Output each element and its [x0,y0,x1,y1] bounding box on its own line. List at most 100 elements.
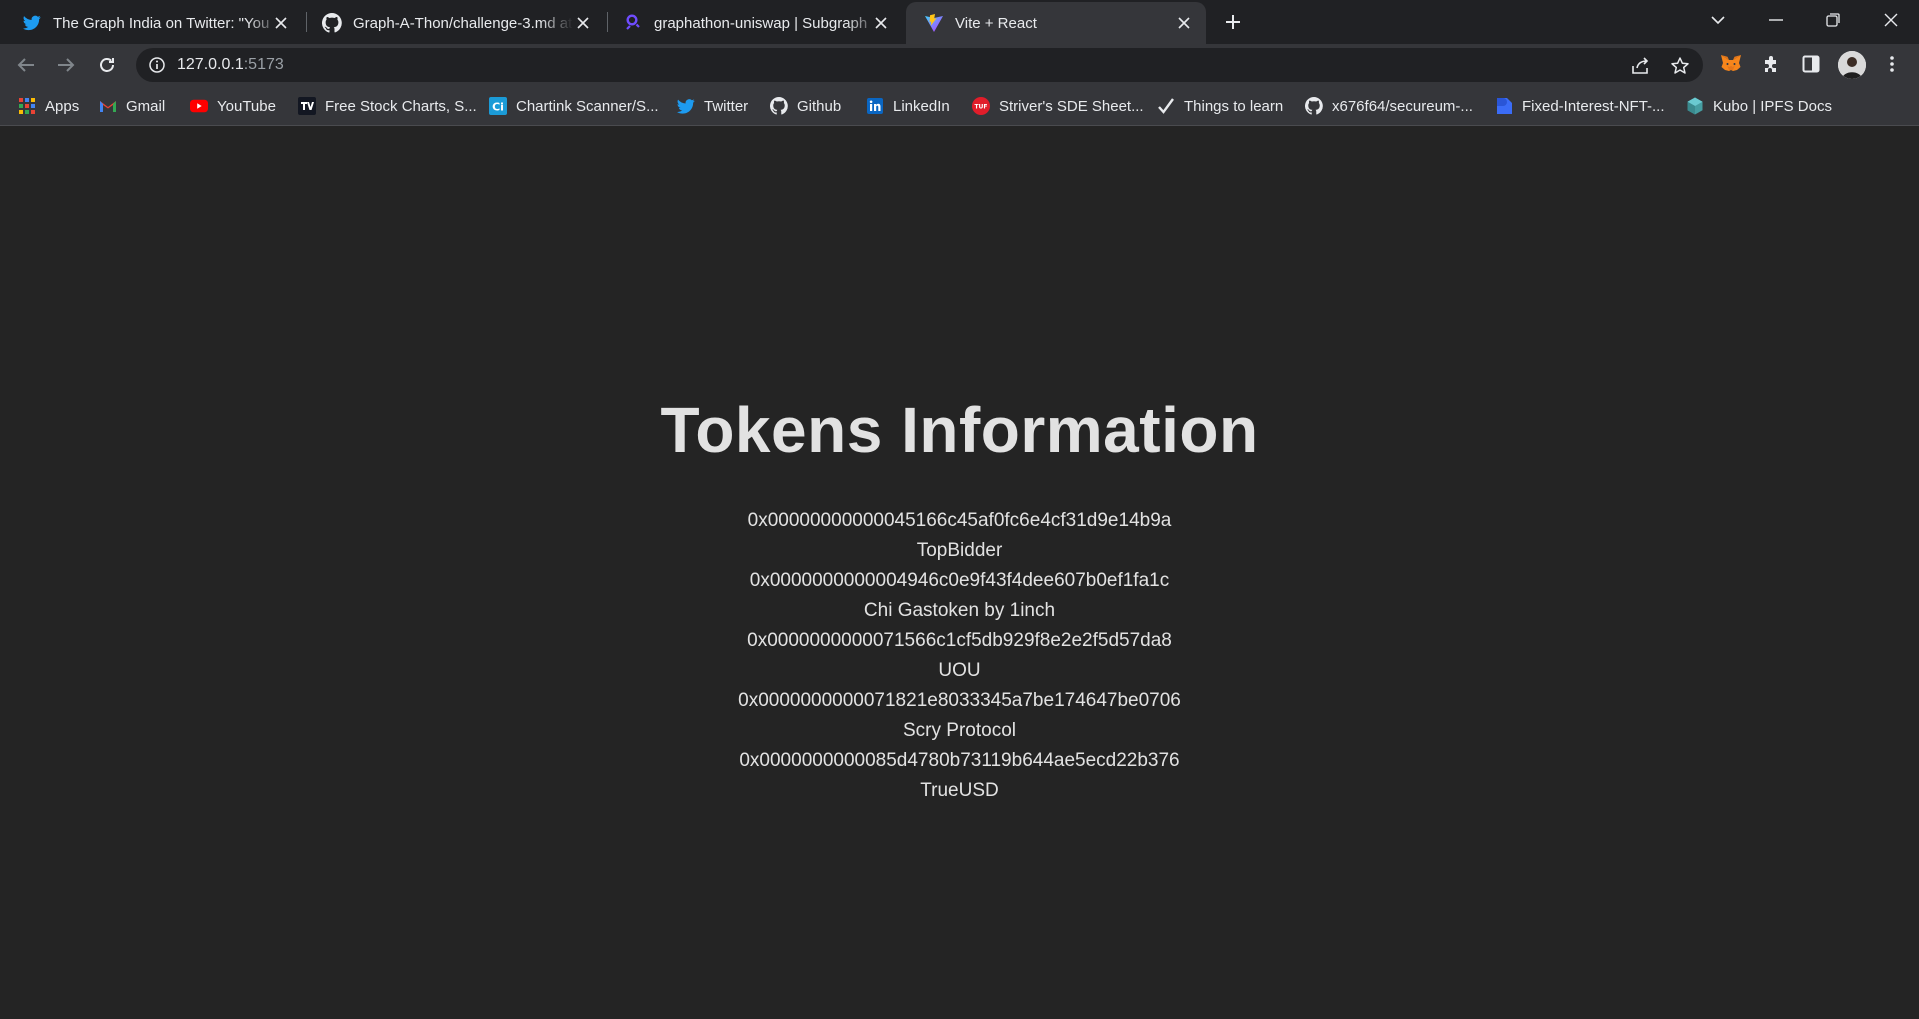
reload-button[interactable] [92,50,122,80]
bookmark-label: Things to learn [1184,97,1284,115]
url-host: 127.0.0.1 [177,56,244,73]
minimize-button[interactable] [1748,0,1804,40]
arrow-left-icon [17,58,34,72]
bookmark-label: Gmail [126,97,166,115]
close-icon[interactable] [573,13,593,33]
twitter-icon [22,13,42,33]
svg-text:Ci: Ci [492,101,504,114]
ipfs-icon [1686,97,1704,115]
bookmark-secureum[interactable]: x676f64/secureum-... [1305,95,1473,117]
bookmark-linkedin[interactable]: LinkedIn [866,95,950,117]
bookmark-label: LinkedIn [893,97,950,115]
metamask-icon[interactable] [1718,51,1744,77]
tab-strip: The Graph India on Twitter: "You Graph-A… [0,0,1919,44]
tab-twitter[interactable]: The Graph India on Twitter: "You [0,2,303,44]
bookmark-label: Apps [45,97,80,115]
tab-search-button[interactable] [1690,0,1746,40]
checkmark-icon [1157,97,1175,115]
restore-button[interactable] [1805,0,1861,40]
github-icon [1305,97,1323,115]
star-icon[interactable] [1669,55,1691,77]
close-icon[interactable] [1174,13,1194,33]
extensions-icon[interactable] [1758,51,1784,77]
bookmark-apps[interactable]: Apps [18,95,79,117]
token-id: 0x0000000000071566c1cf5db929f8e2e2f5d57d… [747,630,1172,651]
bookmark-things-to-learn[interactable]: Things to learn [1157,95,1283,117]
token-id: 0x00000000000045166c45af0fc6e4cf31d9e14b… [747,510,1172,531]
tradingview-icon [298,97,316,115]
tab-title: Vite + React [955,14,1037,32]
url-port: :5173 [243,56,284,73]
bookmark-label: Chartink Scanner/S... [516,97,659,115]
share-icon[interactable] [1630,55,1652,77]
gmail-icon [99,97,117,115]
tab-title: graphathon-uniswap | Subgraph [654,14,868,32]
token-list: 0x00000000000045166c45af0fc6e4cf31d9e14b… [0,506,1919,806]
bookmark-label: Striver's SDE Sheet... [999,97,1144,115]
token-name: TopBidder [916,540,1003,561]
arrow-right-icon [58,58,75,72]
bookmark-chartink[interactable]: Ci Chartink Scanner/S... [489,95,659,117]
restore-icon [1826,13,1840,27]
youtube-icon [190,97,208,115]
token-id: 0x0000000000004946c0e9f43f4dee607b0ef1fa… [749,570,1170,591]
token-name: Scry Protocol [903,720,1016,741]
bookmark-kubo-ipfs[interactable]: Kubo | IPFS Docs [1686,95,1832,117]
tab-subgraph[interactable]: graphathon-uniswap | Subgraph [603,2,903,44]
bookmark-twitter[interactable]: Twitter [677,95,748,117]
address-bar[interactable]: 127.0.0.1:5173 [136,48,1703,82]
bookmark-blue-icon [1495,97,1513,115]
thegraph-icon [623,13,643,33]
bookmark-striver[interactable]: TUF Striver's SDE Sheet... [972,95,1144,117]
bookmark-tradingview[interactable]: Free Stock Charts, S... [298,95,477,117]
bookmark-label: Kubo | IPFS Docs [1713,97,1832,115]
tab-title: The Graph India on Twitter: "You [53,14,270,32]
url-text[interactable]: 127.0.0.1:5173 [177,56,284,74]
page-title: Tokens Information [660,394,1259,466]
vite-icon [924,13,944,33]
bookmark-youtube[interactable]: YouTube [190,95,276,117]
close-icon[interactable] [271,13,291,33]
minimize-icon [1769,19,1783,21]
bookmark-label: Free Stock Charts, S... [325,97,477,115]
close-icon [1884,13,1898,27]
close-window-button[interactable] [1863,0,1919,40]
token-name: TrueUSD [920,780,999,801]
bookmark-label: YouTube [217,97,276,115]
apps-grid-icon [18,97,36,115]
github-icon [770,97,788,115]
tab-github[interactable]: Graph-A-Thon/challenge-3.md at [300,2,605,44]
side-panel-icon[interactable] [1798,51,1824,77]
info-icon[interactable] [148,56,166,74]
token-name: UOU [938,660,981,681]
chevron-down-icon [1711,15,1725,24]
bookmark-label: Fixed-Interest-NFT-... [1522,97,1665,115]
github-icon [322,13,342,33]
back-button[interactable] [11,50,41,80]
bookmarks-bar: Apps Gmail YouTube Free Stock Charts, S.… [0,86,1919,126]
bookmark-gmail[interactable]: Gmail [99,95,165,117]
chartink-icon: Ci [489,97,507,115]
bookmark-fixed-interest-nft[interactable]: Fixed-Interest-NFT-... [1495,95,1665,117]
token-name: Chi Gastoken by 1inch [863,600,1056,621]
bookmark-label: Github [797,97,842,115]
new-tab-button[interactable] [1220,9,1246,35]
token-id: 0x0000000000085d4780b73119b644ae5ecd22b3… [739,750,1180,771]
linkedin-icon [866,97,884,115]
svg-text:TUF: TUF [974,104,987,111]
bookmark-label: Twitter [704,97,749,115]
reload-icon [100,58,114,72]
browser-toolbar: 127.0.0.1:5173 [0,44,1919,86]
twitter-icon [677,97,695,115]
bookmark-label: x676f64/secureum-... [1332,97,1473,115]
page-content: Tokens Information 0x00000000000045166c4… [0,127,1919,1019]
profile-avatar[interactable] [1838,51,1866,79]
token-id: 0x0000000000071821e8033345a7be174647be07… [738,690,1181,711]
bookmark-github[interactable]: Github [770,95,841,117]
more-menu-icon[interactable] [1879,51,1905,77]
plus-icon [1226,15,1240,29]
tuf-icon: TUF [972,97,990,115]
close-icon[interactable] [871,13,891,33]
forward-button[interactable] [51,50,81,80]
tab-vite-react[interactable]: Vite + React [906,2,1206,44]
